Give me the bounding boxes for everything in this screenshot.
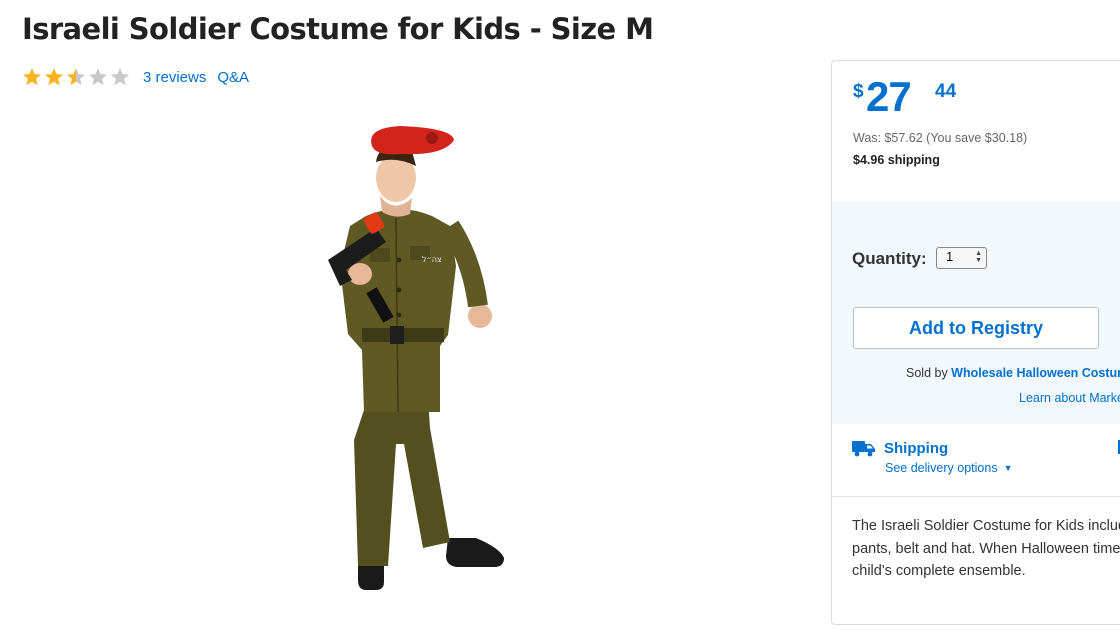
star-icon [111,68,129,86]
stepper-arrows-icon: ▲ ▼ [975,250,982,264]
star-rating[interactable] [22,67,130,87]
shipping-section: Shipping See delivery options ▼ [832,424,1120,497]
product-description: The Israeli Soldier Costume for Kids inc… [852,515,1120,583]
price-cents: 44 [935,81,957,102]
truck-icon [852,441,875,457]
pants [354,398,450,566]
description-line: The Israeli Soldier Costume for Kids inc… [852,518,1120,534]
jacket: צה״ל [340,209,456,413]
star-icon [45,68,63,86]
product-title: Israeli Soldier Costume for Kids - Size … [22,12,654,46]
price-dollars: 27 [866,73,912,120]
star-icon [67,68,85,86]
learn-marketplace-link[interactable]: Learn about Market [1019,391,1120,405]
delivery-options-link[interactable]: See delivery options ▼ [885,461,1013,475]
description-line: child's complete ensemble. [852,563,1026,579]
quantity-value: 1 [946,249,954,264]
was-price: Was: $57.62 (You save $30.18) [853,131,1028,145]
quantity-select[interactable]: 1 ▲ ▼ [936,247,987,269]
shipping-cost: $4.96 shipping [853,153,940,167]
rating-row: 3 reviews Q&A [22,65,249,89]
reviews-link[interactable]: 3 reviews [143,69,206,86]
purchase-panel: Quantity: 1 ▲ ▼ Add to Registry Sold by W… [832,201,1120,424]
head [371,126,454,217]
shipping-title: Shipping [884,440,949,457]
sold-by: Sold by Wholesale Halloween Costume [906,366,1120,380]
chevron-down-icon: ▼ [1003,463,1013,473]
qa-link[interactable]: Q&A [217,69,249,86]
buy-box: $ 27 44 Was: $57.62 (You save $30.18) $4… [831,60,1120,625]
add-to-registry-button[interactable]: Add to Registry [853,307,1099,349]
price-currency: $ [853,81,864,102]
star-icon [23,68,41,86]
star-icon [89,68,107,86]
delivery-options-label: See delivery options [885,461,998,475]
seller-link[interactable]: Wholesale Halloween Costume [951,366,1120,380]
quantity-label: Quantity: [852,249,927,268]
description-line: pants, belt and hat. When Halloween time… [852,540,1120,557]
sold-by-label: Sold by [906,366,952,380]
product-image: צה״ל [328,126,504,590]
svg-text:צה״ל: צה״ל [422,255,442,264]
